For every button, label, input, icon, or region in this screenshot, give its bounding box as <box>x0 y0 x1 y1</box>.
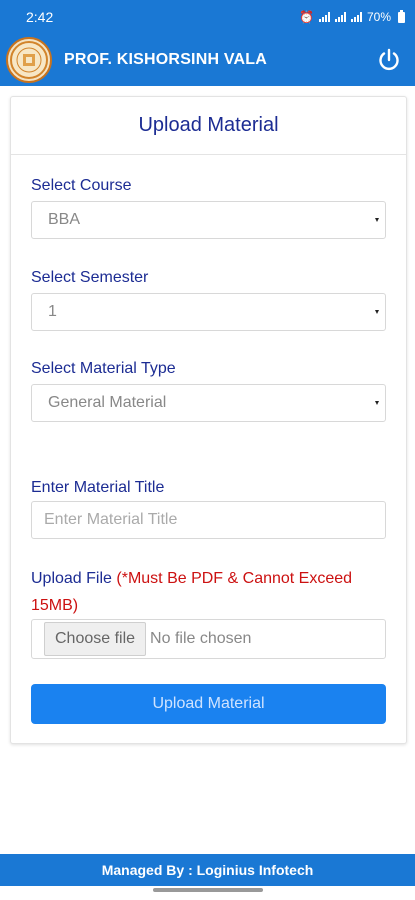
footer: Managed By : Loginius Infotech <box>0 854 415 886</box>
file-input[interactable]: Choose file No file chosen <box>31 619 386 659</box>
signal-icon-2 <box>334 12 346 22</box>
power-icon <box>379 48 399 71</box>
no-file-text: No file chosen <box>150 630 252 647</box>
home-gesture-handle[interactable] <box>152 888 263 892</box>
semester-label: Select Semester <box>31 269 149 286</box>
material-type-label: Select Material Type <box>31 360 176 377</box>
alarm-icon: ⏰ <box>299 10 314 24</box>
choose-file-button[interactable]: Choose file <box>44 622 147 656</box>
semester-value: 1 <box>48 303 57 320</box>
card-title: Upload Material <box>11 97 406 155</box>
status-bar: 2:42 ⏰ 70% <box>0 0 415 34</box>
course-label: Select Course <box>31 177 132 194</box>
signal-icon <box>318 12 330 22</box>
material-type-value: General Material <box>48 394 167 411</box>
dropdown-arrow-icon <box>375 310 379 314</box>
upload-file-label: Upload File (*Must Be PDF & Cannot Excee… <box>31 565 391 619</box>
university-logo <box>6 37 52 83</box>
course-select[interactable]: BBA <box>31 201 386 239</box>
upload-material-button[interactable]: Upload Material <box>31 684 386 724</box>
material-type-select[interactable]: General Material <box>31 384 386 422</box>
system-nav-bar <box>0 886 415 900</box>
material-title-placeholder: Enter Material Title <box>44 511 178 528</box>
wifi-signal-icon <box>350 12 362 22</box>
logout-button[interactable] <box>369 40 409 80</box>
dropdown-arrow-icon <box>375 401 379 405</box>
material-title-label: Enter Material Title <box>31 479 165 496</box>
app-title: PROF. KISHORSINH VALA <box>64 51 268 68</box>
battery-icon <box>398 9 405 23</box>
dropdown-arrow-icon <box>375 218 379 222</box>
app-bar: PROF. KISHORSINH VALA <box>0 34 415 86</box>
course-value: BBA <box>48 211 81 228</box>
status-icons: ⏰ 70% <box>299 9 405 24</box>
material-title-input[interactable]: Enter Material Title <box>31 501 386 539</box>
upload-card: Upload Material Select Course BBA Select… <box>10 96 407 744</box>
status-time: 2:42 <box>26 9 54 25</box>
battery-level: 70% <box>366 10 391 24</box>
semester-select[interactable]: 1 <box>31 293 386 331</box>
upload-file-text: Upload File <box>31 570 112 587</box>
